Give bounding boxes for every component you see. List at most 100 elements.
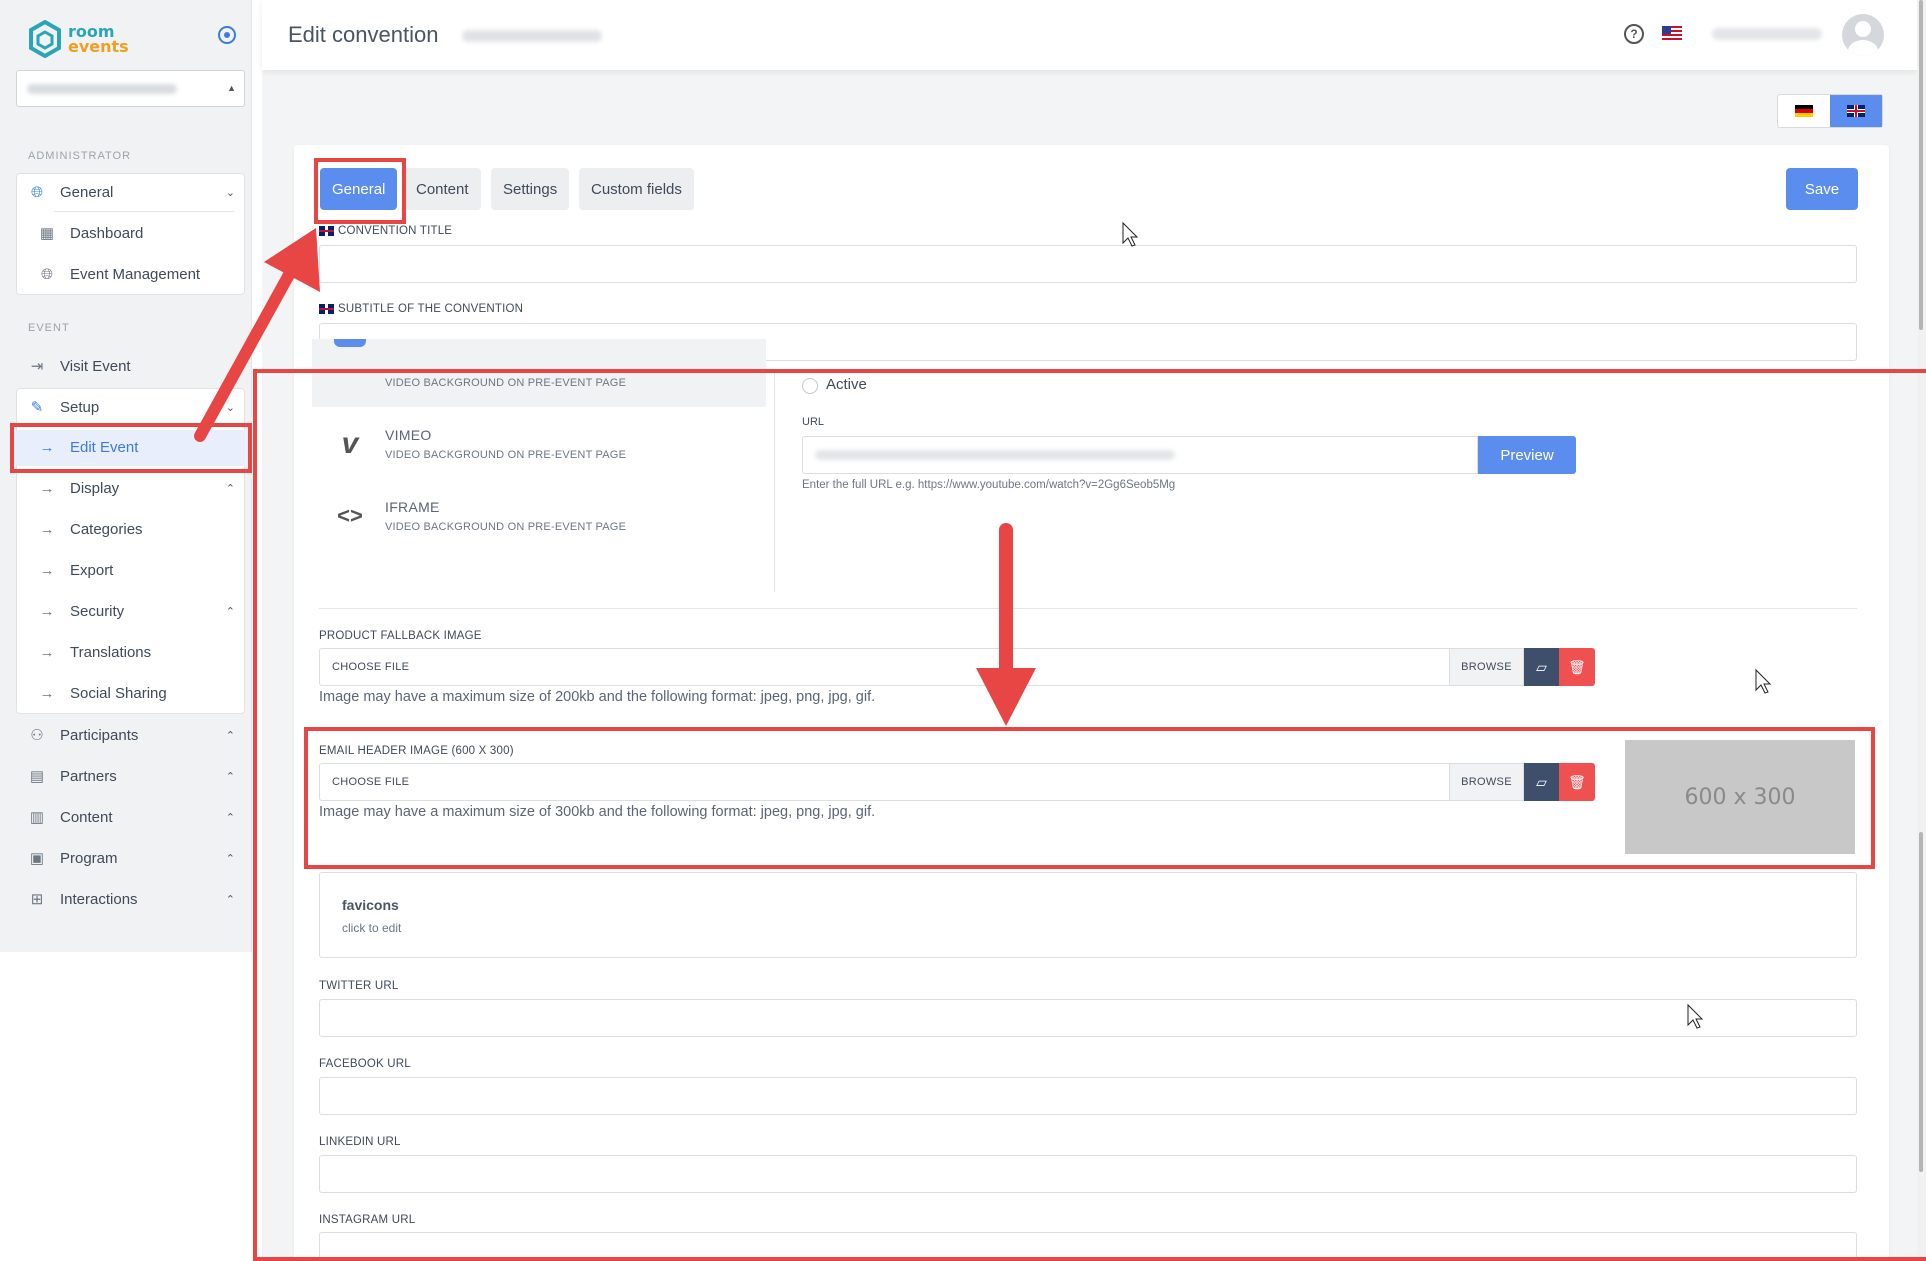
uk-flag-icon <box>319 226 334 236</box>
video-option-iframe[interactable]: <> IFRAME VIDEO BACKGROUND ON PRE-EVENT … <box>312 483 766 551</box>
pencil-icon: ✎ <box>30 399 44 416</box>
scrollbar[interactable] <box>1917 0 1926 1261</box>
building-icon: ▤ <box>29 768 45 785</box>
lang-en-button[interactable] <box>1830 95 1882 127</box>
convention-title-input[interactable] <box>319 245 1857 283</box>
vimeo-icon: v <box>341 427 359 460</box>
caret-icon: ▲ <box>227 83 236 93</box>
users-icon: ⚇ <box>30 727 44 744</box>
sidebar-item-label: Dashboard <box>70 224 144 242</box>
tab-settings[interactable]: Settings <box>491 168 570 210</box>
video-option-youtube[interactable]: VIDEO BACKGROUND ON PRE-EVENT PAGE <box>312 339 766 407</box>
sidebar-item-label: Content <box>60 808 113 826</box>
section-label-event: EVENT <box>28 322 70 334</box>
scrollbar-thumb-secondary[interactable] <box>1919 832 1923 1172</box>
email-header-preview-image: 600 x 300 <box>1625 740 1855 854</box>
chevron-up-icon[interactable]: ⌃ <box>226 893 235 906</box>
sidebar-item-setup[interactable]: ✎ Setup <box>28 395 100 419</box>
sidebar-item-social-sharing[interactable]: → Social Sharing <box>38 681 167 705</box>
globe-icon: 🌐︎ <box>30 183 43 201</box>
instagram-url-input[interactable] <box>319 1232 1857 1261</box>
sidebar-item-content[interactable]: ▥ Content <box>28 805 113 829</box>
arrow-right-icon: → <box>39 438 55 456</box>
sidebar-item-display[interactable]: → Display <box>38 476 120 500</box>
sidebar-item-security[interactable]: → Security <box>38 599 125 623</box>
folder-open-icon[interactable]: ▱ <box>1524 648 1559 686</box>
chevron-up-icon[interactable]: ⌃ <box>226 605 235 618</box>
lang-de-button[interactable] <box>1778 95 1830 127</box>
choose-file-field[interactable]: CHOOSE FILE <box>319 648 1450 686</box>
browse-button[interactable]: BROWSE <box>1450 763 1524 801</box>
product-fallback-file-input: CHOOSE FILE BROWSE ▱ 🗑︎ <box>319 648 1595 686</box>
trash-icon[interactable]: 🗑︎ <box>1559 763 1595 801</box>
product-fallback-help: Image may have a maximum size of 200kb a… <box>319 689 876 705</box>
logo[interactable]: room events <box>28 20 129 58</box>
target-icon[interactable] <box>218 26 236 44</box>
sidebar-item-export[interactable]: → Export <box>38 558 114 582</box>
tab-content[interactable]: Content <box>404 168 481 210</box>
sidebar-item-label: Security <box>70 602 125 620</box>
scrollbar-thumb[interactable] <box>1919 0 1923 330</box>
favicons-box[interactable]: favicons click to edit <box>319 872 1857 958</box>
chevron-up-icon[interactable]: ⌃ <box>226 729 235 742</box>
preview-button[interactable]: Preview <box>1478 436 1576 474</box>
arrow-right-icon: → <box>39 479 55 497</box>
choose-file-field[interactable]: CHOOSE FILE <box>319 763 1450 801</box>
video-option-vimeo[interactable]: v VIMEO VIDEO BACKGROUND ON PRE-EVENT PA… <box>312 411 766 479</box>
divider <box>319 608 1857 609</box>
arrow-right-icon: → <box>39 643 55 661</box>
chevron-up-icon[interactable]: ⌃ <box>226 770 235 783</box>
sidebar-item-interactions[interactable]: ⊞ Interactions <box>28 887 138 911</box>
help-icon[interactable]: ? <box>1624 24 1644 44</box>
sidebar-item-program[interactable]: ▣ Program <box>28 846 118 870</box>
sidebar-item-general[interactable]: 🌐︎ General <box>28 180 113 204</box>
chevron-down-icon[interactable]: ⌄ <box>226 401 235 414</box>
event-select[interactable]: ▲ <box>16 70 245 107</box>
twitter-url-label: TWITTER URL <box>319 980 399 992</box>
sidebar-item-label: General <box>60 183 114 201</box>
sidebar-item-translations[interactable]: → Translations <box>38 640 152 664</box>
sidebar-item-event-management[interactable]: 🌐︎ Event Management <box>38 262 200 286</box>
chevron-down-icon[interactable]: ⌄ <box>226 186 235 199</box>
chevron-up-icon[interactable]: ⌃ <box>226 852 235 865</box>
active-radio[interactable] <box>802 378 818 394</box>
top-bar: Edit convention ? <box>262 0 1917 70</box>
linkedin-url-input[interactable] <box>319 1155 1857 1193</box>
dashboard-icon: ▦ <box>39 225 55 242</box>
section-label-administrator: ADMINISTRATOR <box>28 150 132 162</box>
folder-open-icon[interactable]: ▱ <box>1524 763 1559 801</box>
chevron-up-icon[interactable]: ⌃ <box>226 482 235 495</box>
youtube-icon <box>334 339 366 347</box>
sidebar-item-visit-event[interactable]: ⇥ Visit Event <box>28 354 131 378</box>
sidebar-item-partners[interactable]: ▤ Partners <box>28 764 117 788</box>
blurred-user-name[interactable] <box>1712 28 1822 40</box>
chevron-up-icon[interactable]: ⌃ <box>226 811 235 824</box>
instagram-url-label: INSTAGRAM URL <box>319 1214 416 1226</box>
twitter-url-input[interactable] <box>319 999 1857 1037</box>
divider <box>774 370 775 592</box>
trash-icon[interactable]: 🗑︎ <box>1559 648 1595 686</box>
sidebar-item-participants[interactable]: ⚇ Participants <box>28 723 138 747</box>
sidebar-item-categories[interactable]: → Categories <box>38 517 143 541</box>
video-option-name: VIMEO <box>385 427 432 443</box>
browse-button[interactable]: BROWSE <box>1450 648 1524 686</box>
save-button[interactable]: Save <box>1786 168 1858 210</box>
sidebar-item-label: Participants <box>60 726 139 744</box>
facebook-url-input[interactable] <box>319 1077 1857 1115</box>
tab-custom-fields[interactable]: Custom fields <box>579 168 694 210</box>
sidebar-item-dashboard[interactable]: ▦ Dashboard <box>38 221 143 245</box>
url-help-text: Enter the full URL e.g. https://www.yout… <box>802 479 1176 491</box>
us-flag-icon[interactable] <box>1662 26 1682 40</box>
arrow-right-icon: → <box>39 520 55 538</box>
sidebar-item-label: Translations <box>70 643 152 661</box>
blurred-event-name <box>27 84 177 94</box>
sidebar-item-label: Partners <box>60 767 117 785</box>
avatar[interactable] <box>1842 14 1884 56</box>
email-header-file-input: CHOOSE FILE BROWSE ▱ 🗑︎ <box>319 763 1595 801</box>
tab-general[interactable]: General <box>320 168 398 210</box>
video-url-input[interactable] <box>802 436 1478 474</box>
sidebar-item-label: Event Management <box>70 265 201 283</box>
sidebar-item-edit-event[interactable]: → Edit Event <box>38 435 139 459</box>
uk-flag-icon <box>319 304 334 314</box>
facebook-url-label: FACEBOOK URL <box>319 1058 411 1070</box>
